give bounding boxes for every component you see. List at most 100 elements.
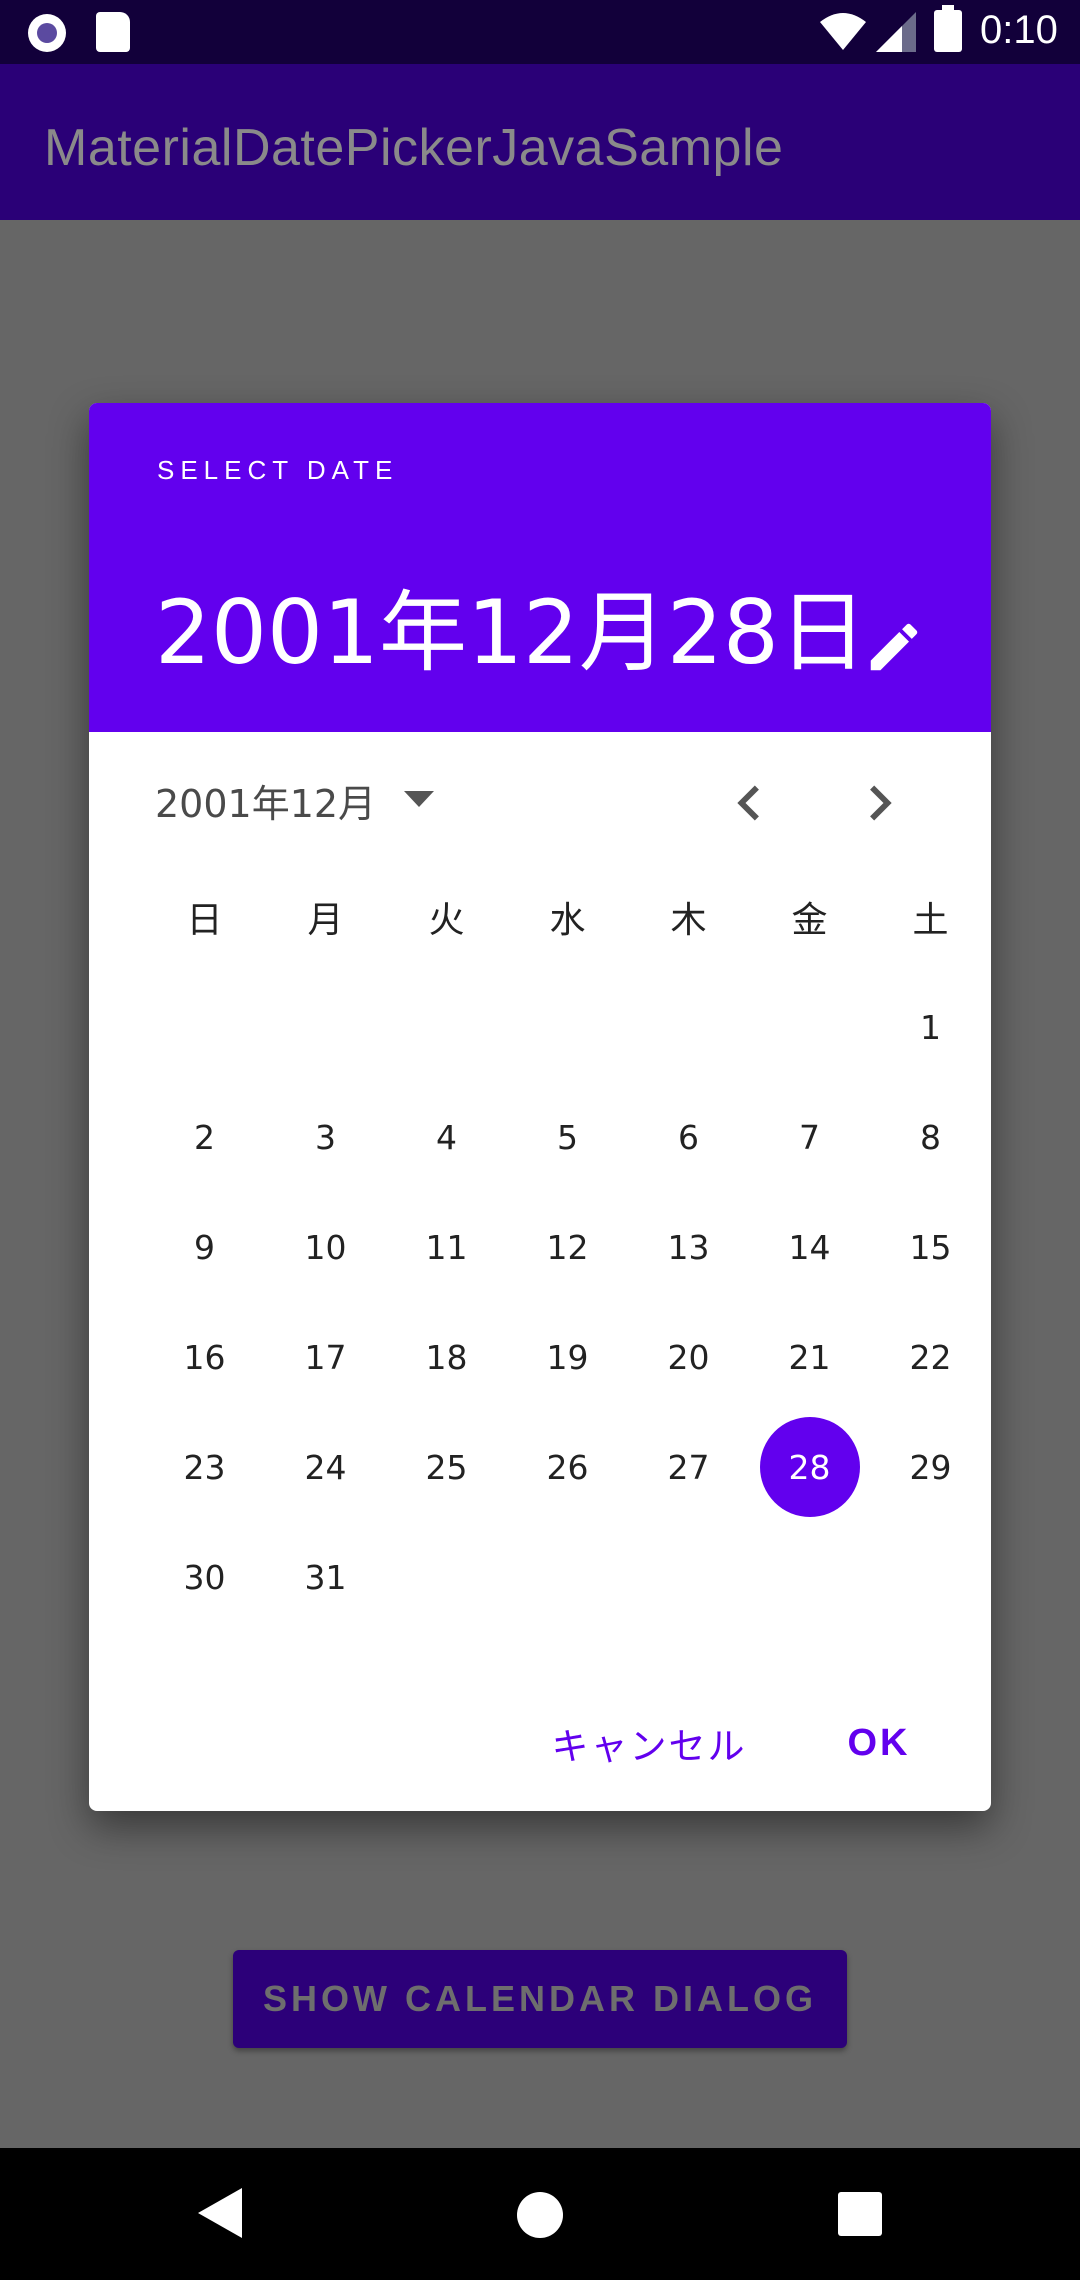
calendar-day-number: 28 [759,1417,860,1517]
calendar-day-number: 7 [799,1117,820,1157]
calendar-day-number: 14 [788,1227,831,1267]
calendar-day-number: 27 [667,1447,710,1487]
calendar-day[interactable]: 6 [628,1082,749,1192]
calendar-day[interactable]: 29 [870,1412,991,1522]
calendar-day-number: 31 [304,1557,347,1597]
calendar-day[interactable]: 18 [386,1302,507,1412]
recent-apps-button[interactable] [838,2192,882,2236]
calendar-day-number: 18 [425,1337,468,1377]
calendar-day[interactable]: 7 [749,1082,870,1192]
previous-month-button[interactable] [714,768,784,838]
calendar-day[interactable]: 31 [265,1522,386,1632]
calendar-day-number: 2 [194,1117,215,1157]
calendar-day[interactable]: 23 [144,1412,265,1522]
calendar-day-number: 19 [546,1337,589,1377]
chevron-right-icon [870,785,892,821]
calendar-day-selected[interactable]: 28 [749,1412,870,1522]
calendar-day[interactable]: 2 [144,1082,265,1192]
empty-day-cell [144,972,265,1082]
calendar-day-number: 4 [436,1117,457,1157]
calendar-day-number: 5 [557,1117,578,1157]
calendar-day[interactable]: 17 [265,1302,386,1412]
calendar-week-row: 1 [144,972,991,1082]
weekday-header-row: 日月火水木金土 [144,862,991,972]
status-bar: 0:10 [0,0,1080,64]
dialog-header: SELECT DATE 2001年12月28日 [89,403,991,732]
calendar-day-number: 25 [425,1447,468,1487]
calendar-day-number: 29 [909,1447,952,1487]
calendar-day[interactable]: 26 [507,1412,628,1522]
date-picker-dialog: SELECT DATE 2001年12月28日 2001年12月 日 月 火 水 木 金 土 [89,403,991,1811]
empty-day-cell [507,1522,628,1632]
weekday-label: 金 [791,900,828,941]
empty-day-cell [628,1522,749,1632]
calendar-day[interactable]: 27 [628,1412,749,1522]
calendar-day[interactable]: 15 [870,1192,991,1302]
calendar-day-number: 20 [667,1337,710,1377]
calendar-day[interactable]: 25 [386,1412,507,1522]
dropdown-arrow-icon [404,791,435,807]
calendar-day[interactable]: 3 [265,1082,386,1192]
calendar-grid: 日月火水木金土 1 2 3 4 5 6 7 8 9 10 11 12 13 14 15 16 17 18 19 20 2… [144,862,991,1632]
calendar-day[interactable]: 11 [386,1192,507,1302]
cell-signal-icon [876,12,916,52]
calendar-day[interactable]: 8 [870,1082,991,1192]
pencil-icon [870,623,918,670]
cancel-button[interactable]: キャンセル [529,1703,769,1783]
calendar-day[interactable]: 5 [507,1082,628,1192]
calendar-day[interactable]: 4 [386,1082,507,1192]
empty-day-cell [628,972,749,1082]
back-icon[interactable] [198,2188,242,2238]
weekday-label: 水 [549,900,586,941]
home-button[interactable] [517,2192,563,2238]
calendar-day[interactable]: 20 [628,1302,749,1412]
calendar-day[interactable]: 13 [628,1192,749,1302]
empty-day-cell [749,972,870,1082]
weekday-label: 月 [307,900,344,941]
calendar-day-number: 11 [425,1227,468,1267]
calendar-weeks: 1 2 3 4 5 6 7 8 9 10 11 12 13 14 15 16 17 18 19 20 21 22 23 24 2… [144,972,991,1632]
empty-day-cell [870,1522,991,1632]
month-navigation: 2001年12月 [89,732,991,862]
calendar-day-number: 23 [183,1447,226,1487]
calendar-day-number: 6 [678,1117,699,1157]
calendar-day-number: 15 [909,1227,952,1267]
calendar-day-number: 22 [909,1337,952,1377]
edit-date-button[interactable] [859,613,929,683]
app-bar: MaterialDatePickerJavaSample [0,64,1080,220]
weekday-label: 日 [186,900,223,941]
empty-day-cell [386,1522,507,1632]
calendar-day[interactable]: 1 [870,972,991,1082]
next-month-button[interactable] [845,768,915,838]
calendar-day[interactable]: 30 [144,1522,265,1632]
calendar-day[interactable]: 14 [749,1192,870,1302]
calendar-week-row: 2 3 4 5 6 7 8 [144,1082,991,1192]
weekday-label: 土 [912,900,949,941]
dialog-actions: キャンセル OK [89,1703,991,1793]
calendar-week-row: 23 24 25 26 27 28 29 [144,1412,991,1522]
calendar-week-row: 9 10 11 12 13 14 15 [144,1192,991,1302]
chevron-left-icon [737,785,759,821]
month-year-selector[interactable]: 2001年12月 [145,770,444,830]
calendar-day[interactable]: 24 [265,1412,386,1522]
calendar-day[interactable]: 21 [749,1302,870,1412]
calendar-day-number: 26 [546,1447,589,1487]
calendar-day[interactable]: 22 [870,1302,991,1412]
calendar-day[interactable]: 9 [144,1192,265,1302]
show-calendar-dialog-button[interactable]: SHOW CALENDAR DIALOG [233,1950,847,2048]
month-year-label: 2001年12月 [155,781,377,826]
calendar-day[interactable]: 16 [144,1302,265,1412]
calendar-day-number: 3 [315,1117,336,1157]
ok-button[interactable]: OK [819,1703,939,1783]
dialog-overline: SELECT DATE [157,455,399,485]
calendar-day-number: 12 [546,1227,589,1267]
empty-day-cell [265,972,386,1082]
empty-day-cell [507,972,628,1082]
calendar-day-number: 10 [304,1227,347,1267]
calendar-day[interactable]: 12 [507,1192,628,1302]
calendar-day[interactable]: 19 [507,1302,628,1412]
calendar-day[interactable]: 10 [265,1192,386,1302]
weekday-label: 火 [428,900,465,941]
calendar-day-number: 16 [183,1337,226,1377]
calendar-day-number: 21 [788,1337,831,1377]
